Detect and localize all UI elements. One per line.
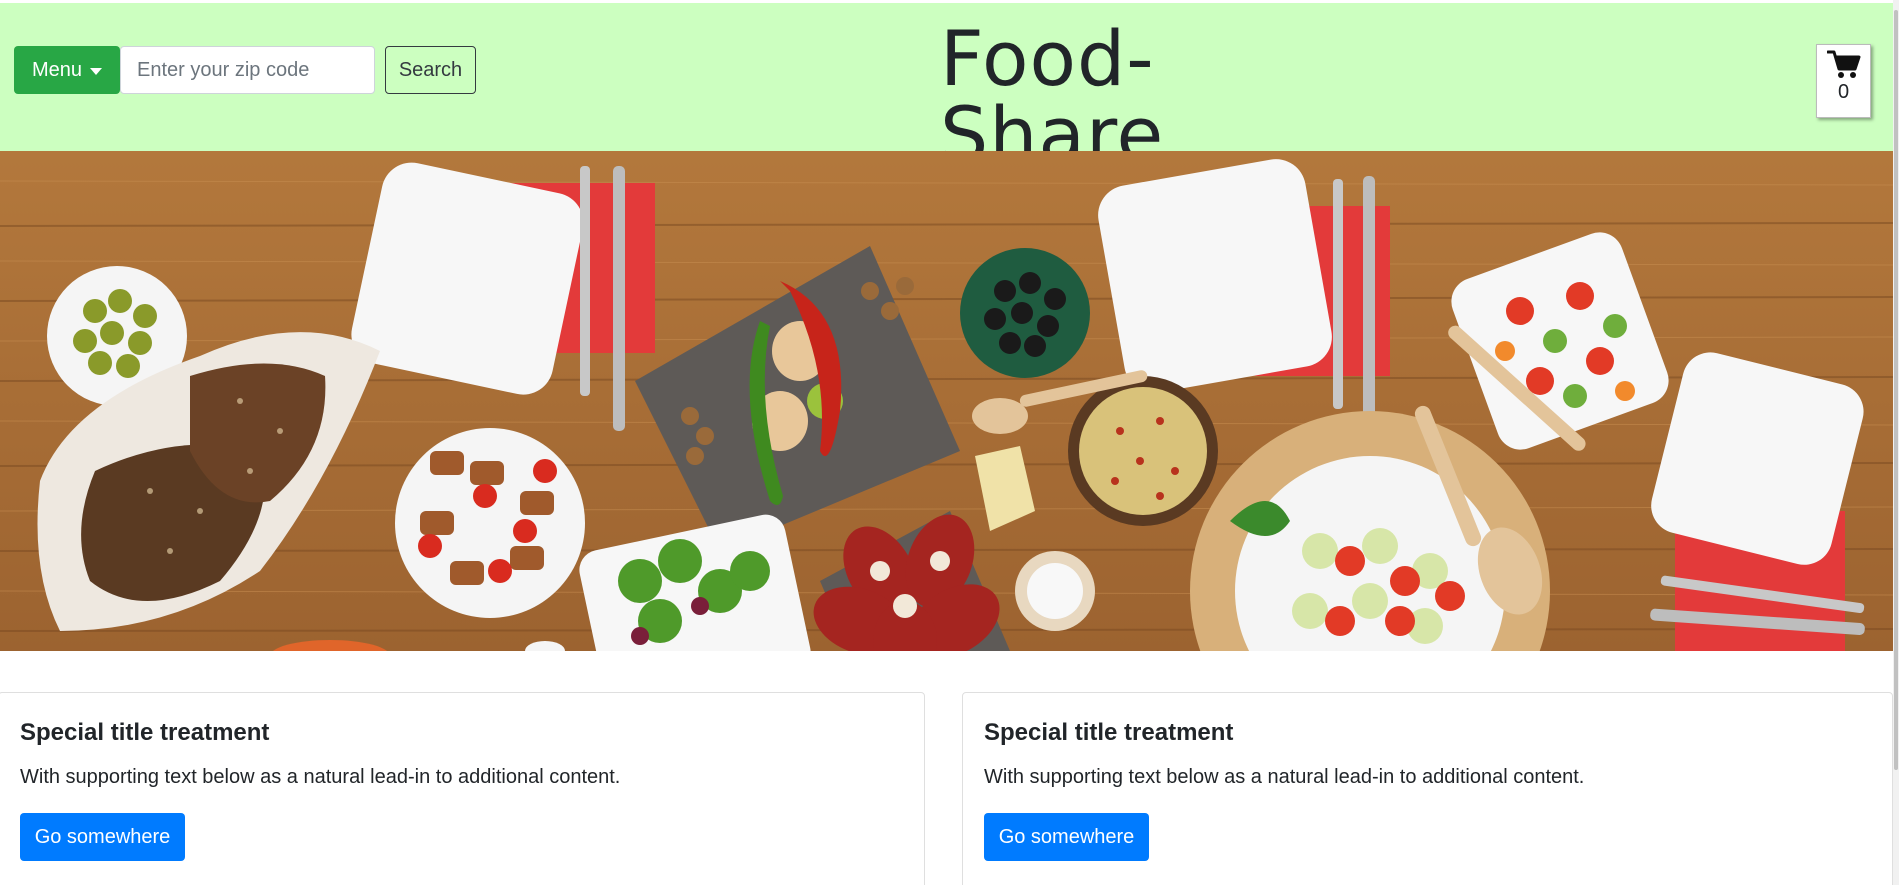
hero-banner-image — [0, 151, 1893, 651]
card-1: Special title treatment With supporting … — [0, 692, 925, 885]
search-button[interactable]: Search — [385, 46, 476, 94]
cart-count: 0 — [1837, 81, 1850, 103]
card-title: Special title treatment — [984, 719, 1234, 746]
cart-button[interactable]: 0 — [1816, 44, 1871, 118]
card-2: Special title treatment With supporting … — [962, 692, 1893, 885]
vertical-scrollbar[interactable] — [1893, 0, 1899, 885]
card-title: Special title treatment — [20, 719, 270, 746]
scrollbar-thumb[interactable] — [1894, 10, 1898, 770]
caret-down-icon — [90, 67, 103, 75]
go-somewhere-button[interactable]: Go somewhere — [984, 813, 1149, 861]
zip-code-input[interactable] — [120, 46, 375, 94]
go-somewhere-button[interactable]: Go somewhere — [20, 813, 185, 861]
card-text: With supporting text below as a natural … — [984, 766, 1585, 788]
card-text: With supporting text below as a natural … — [20, 766, 621, 788]
menu-dropdown-button[interactable]: Menu — [14, 46, 120, 94]
cart-icon — [1826, 50, 1860, 78]
menu-label: Menu — [31, 58, 83, 81]
site-header: Menu Search Food-Share 0 — [0, 3, 1893, 173]
